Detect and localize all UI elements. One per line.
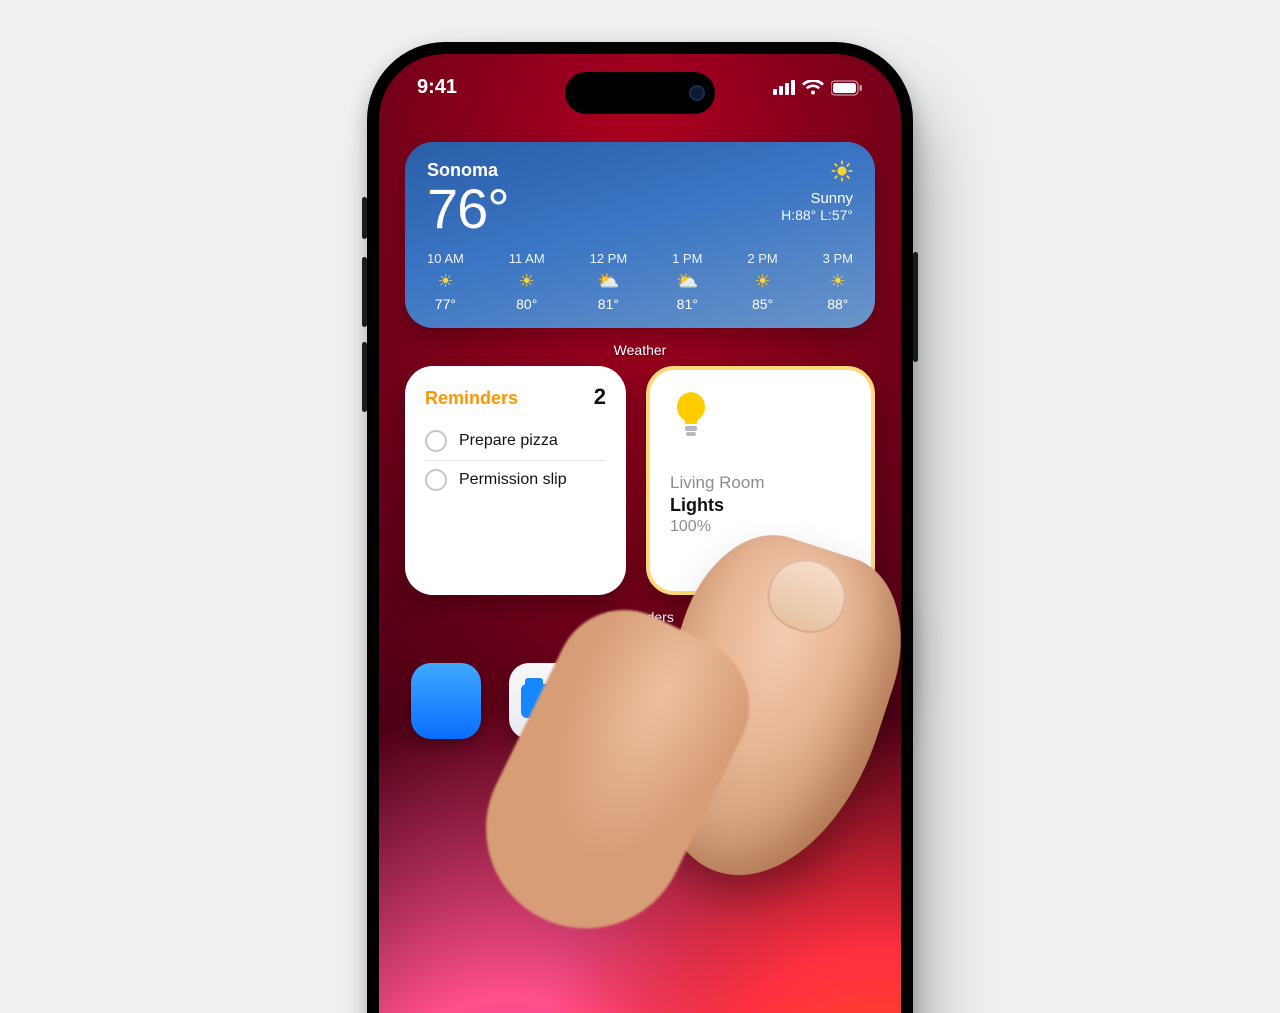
widget-caption: Weather	[405, 342, 875, 358]
hour-forecast: 10 AM☀︎77°	[427, 251, 464, 312]
sun-icon: ☀︎	[754, 272, 770, 290]
reminder-label: Permission slip	[459, 471, 567, 489]
weather-condition: Sunny	[781, 190, 853, 207]
ring-switch	[362, 197, 367, 239]
weather-temperature: 76°	[427, 181, 509, 237]
cloud-sun-icon: ⛅	[597, 272, 619, 290]
reminders-widget[interactable]: Reminders 2 Prepare pizza Permission sli…	[405, 366, 626, 595]
reminder-label: Prepare pizza	[459, 432, 558, 450]
volume-down-button	[362, 342, 367, 412]
reminder-item[interactable]: Prepare pizza	[425, 422, 606, 460]
volume-up-button	[362, 257, 367, 327]
hour-forecast: 12 PM⛅81°	[590, 251, 628, 312]
home-brightness-value: 100%	[670, 518, 851, 536]
home-accessory-name: Lights	[670, 495, 851, 516]
home-room-label: Living Room	[670, 473, 851, 493]
reminders-title: Reminders	[425, 388, 518, 409]
cellular-icon	[773, 80, 795, 95]
status-time: 9:41	[417, 76, 457, 99]
hour-forecast: 11 AM☀︎80°	[509, 251, 545, 312]
hour-forecast: 2 PM☀︎85°	[747, 251, 777, 312]
reminder-item[interactable]: Permission slip	[425, 460, 606, 499]
status-bar: 9:41	[379, 76, 901, 99]
reminder-checkbox[interactable]	[425, 430, 447, 452]
reminders-count: 2	[594, 384, 606, 410]
weather-hourly: 10 AM☀︎77° 11 AM☀︎80° 12 PM⛅81° 1 PM⛅81°…	[427, 251, 853, 312]
hour-forecast: 3 PM☀︎88°	[823, 251, 853, 312]
lightbulb-icon	[672, 392, 851, 445]
reminder-checkbox[interactable]	[425, 469, 447, 491]
sun-icon: ☀︎	[437, 272, 453, 290]
hour-forecast: 1 PM⛅81°	[672, 251, 702, 312]
weather-hi-lo: H:88° L:57°	[781, 207, 853, 223]
app-icon[interactable]	[411, 663, 481, 739]
weather-widget[interactable]: Sonoma 76° Sunny H:88° L:57° 10 AM☀︎77° …	[405, 142, 875, 328]
sun-icon: ☀︎	[519, 272, 535, 290]
wifi-icon	[802, 80, 824, 96]
battery-icon	[831, 80, 863, 96]
sun-icon	[781, 160, 853, 186]
cloud-sun-icon: ⛅	[676, 272, 698, 290]
sun-icon: ☀︎	[830, 272, 846, 290]
